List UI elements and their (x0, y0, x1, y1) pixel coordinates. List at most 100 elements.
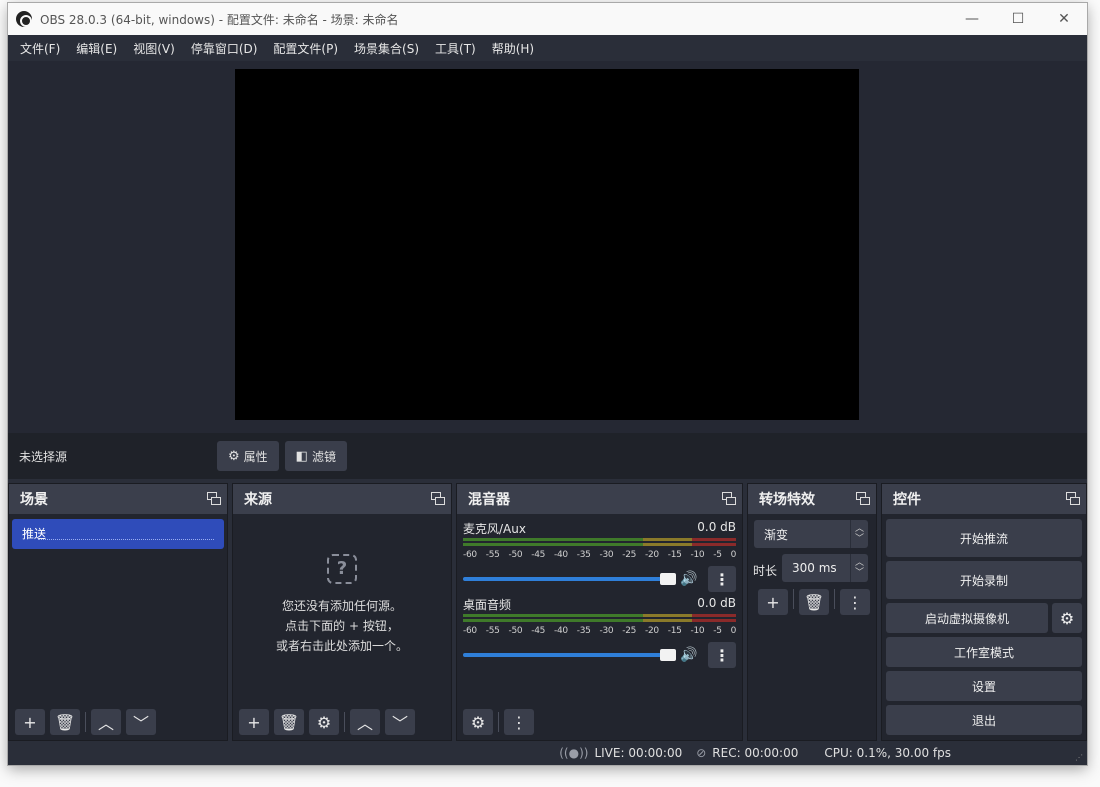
scenes-list[interactable]: 推送 + 🗑 ︿ ﹀ (9, 514, 227, 740)
source-properties-button[interactable]: ⚙ (309, 709, 339, 735)
volume-slider[interactable] (463, 573, 677, 585)
transitions-dock-title: 转场特效 (759, 492, 815, 508)
transition-menu-button[interactable]: ⋮ (840, 589, 870, 615)
remove-scene-button[interactable]: 🗑 (50, 709, 80, 735)
trash-icon: 🗑 (803, 592, 825, 612)
properties-label: 属性 (243, 449, 268, 464)
rec-timer: REC: 00:00:00 (712, 746, 799, 760)
menu-scene-collection[interactable]: 场景集合(S) (346, 40, 427, 57)
remove-source-button[interactable]: 🗑 (274, 709, 304, 735)
sources-dock: 来源 ? 您还没有添加任何源。 点击下面的 + 按钮， 或者右击此处添加一个。 … (232, 483, 452, 741)
more-vertical-icon: ⋮ (847, 592, 863, 612)
spin-arrows-icon[interactable]: ︿ ﹀ (850, 554, 868, 582)
sources-dock-header: 来源 (233, 484, 451, 514)
cpu-fps-status: CPU: 0.1%, 30.00 fps (824, 746, 951, 760)
title-bar: OBS 28.0.3 (64-bit, windows) - 配置文件: 未命名… (8, 3, 1087, 35)
menu-tools[interactable]: 工具(T) (427, 40, 484, 57)
stream-signal-icon: ((●)) (559, 746, 589, 760)
mixer-toolbar: ⚙ ⋮ (463, 709, 539, 735)
preview-canvas[interactable] (235, 69, 859, 420)
audio-meter (463, 614, 736, 624)
add-source-button[interactable]: + (239, 709, 269, 735)
menu-help[interactable]: 帮助(H) (484, 40, 542, 57)
chevron-up-icon: ︿ (356, 714, 373, 733)
gear-icon: ⚙ (316, 712, 332, 732)
background-left-edge (0, 0, 8, 787)
window-controls: — ☐ ✕ (949, 3, 1087, 35)
transitions-dock-header: 转场特效 (748, 484, 876, 514)
channel-menu-button[interactable]: ⋮ (708, 642, 736, 668)
scenes-dock-header: 场景 (9, 484, 227, 514)
undock-icon[interactable] (207, 492, 221, 505)
channel-name: 麦克风/Aux (463, 522, 526, 536)
controls-dock-title: 控件 (893, 492, 921, 508)
close-button[interactable]: ✕ (1041, 3, 1087, 35)
studio-mode-button[interactable]: 工作室模式 (886, 637, 1082, 667)
mixer-dock-header: 混音器 (457, 484, 742, 514)
gear-icon: ⚙ (1059, 608, 1075, 628)
start-virtual-camera-button[interactable]: 启动虚拟摄像机 (886, 603, 1048, 633)
resize-grip-icon[interactable]: ⋰ (1075, 753, 1085, 763)
menu-docks[interactable]: 停靠窗口(D) (183, 40, 266, 57)
filters-label: 滤镜 (311, 449, 336, 464)
transitions-body: 渐变 ︿ ﹀ 时长 300 ms ︿ ﹀ + 🗑 ⋮ (748, 514, 876, 740)
menu-file[interactable]: 文件(F) (12, 40, 68, 57)
chevron-down-icon: ﹀ (391, 714, 408, 733)
move-source-down-button[interactable]: ﹀ (385, 709, 415, 735)
live-timer: LIVE: 00:00:00 (594, 746, 683, 760)
virtual-camera-settings-button[interactable]: ⚙ (1052, 603, 1082, 633)
chevron-up-icon: ︿ (97, 714, 114, 733)
menu-view[interactable]: 视图(V) (125, 40, 183, 57)
gear-icon: ⚙ (228, 448, 240, 464)
preview-area (8, 61, 1087, 433)
filters-button[interactable]: ◧ 滤镜 (284, 441, 347, 471)
volume-slider-handle[interactable] (660, 573, 677, 585)
add-scene-button[interactable]: + (15, 709, 45, 735)
sources-list[interactable]: ? 您还没有添加任何源。 点击下面的 + 按钮， 或者右击此处添加一个。 + 🗑… (233, 514, 451, 740)
mixer-menu-button[interactable]: ⋮ (504, 709, 534, 735)
channel-menu-button[interactable]: ⋮ (708, 566, 736, 592)
background-bottom-edge (0, 765, 1100, 787)
scenes-dock: 场景 推送 + 🗑 ︿ ﹀ (8, 483, 228, 741)
transitions-dock: 转场特效 渐变 ︿ ﹀ 时长 300 ms ︿ ﹀ + 🗑 ⋮ (747, 483, 877, 741)
scene-item[interactable]: 推送 (12, 519, 224, 549)
menu-profile[interactable]: 配置文件(P) (265, 40, 346, 57)
minimize-button[interactable]: — (949, 3, 995, 35)
start-streaming-button[interactable]: 开始推流 (886, 519, 1082, 557)
undock-icon[interactable] (431, 492, 445, 505)
undock-icon[interactable] (722, 492, 736, 505)
move-source-up-button[interactable]: ︿ (350, 709, 380, 735)
status-bar: ((●)) LIVE: 00:00:00 ⊘ REC: 00:00:00 CPU… (8, 741, 1087, 765)
maximize-button[interactable]: ☐ (995, 3, 1041, 35)
duration-label: 时长 (753, 564, 778, 578)
properties-button[interactable]: ⚙ 属性 (217, 441, 279, 471)
source-toolbar: 未选择源 ⚙ 属性 ◧ 滤镜 (8, 433, 1087, 479)
speaker-icon[interactable]: 🔊 (680, 571, 698, 587)
meter-ticks: -60 -55 -50 -45 -40 -35 -30 -25 -20 -15 -10 -5 0 (463, 626, 736, 636)
menu-edit[interactable]: 编辑(E) (68, 40, 125, 57)
volume-slider[interactable] (463, 649, 677, 661)
duration-spinbox[interactable]: 300 ms ︿ ﹀ (782, 554, 868, 582)
channel-db: 0.0 dB (697, 596, 736, 610)
speaker-icon[interactable]: 🔊 (680, 647, 698, 663)
scenes-toolbar: + 🗑 ︿ ﹀ (15, 709, 161, 735)
sources-dock-title: 来源 (244, 492, 272, 508)
move-scene-up-button[interactable]: ︿ (91, 709, 121, 735)
transition-select[interactable]: 渐变 ︿ ﹀ (754, 520, 868, 548)
volume-slider-handle[interactable] (660, 649, 677, 661)
more-vertical-icon: ⋮ (511, 712, 527, 732)
exit-button[interactable]: 退出 (886, 705, 1082, 735)
add-transition-button[interactable]: + (758, 589, 788, 615)
chevron-down-icon: ﹀ (132, 714, 149, 733)
controls-body: 开始推流 开始录制 启动虚拟摄像机 ⚙ 工作室模式 设置 退出 (882, 514, 1086, 740)
remove-transition-button[interactable]: 🗑 (799, 589, 829, 615)
settings-button[interactable]: 设置 (886, 671, 1082, 701)
start-recording-button[interactable]: 开始录制 (886, 561, 1082, 599)
toolbar-separator (498, 712, 499, 732)
toolbar-separator (834, 589, 835, 609)
advanced-audio-button[interactable]: ⚙ (463, 709, 493, 735)
undock-icon[interactable] (856, 492, 870, 505)
move-scene-down-button[interactable]: ﹀ (126, 709, 156, 735)
more-vertical-icon: ⋮ (714, 645, 731, 665)
undock-icon[interactable] (1066, 492, 1080, 505)
